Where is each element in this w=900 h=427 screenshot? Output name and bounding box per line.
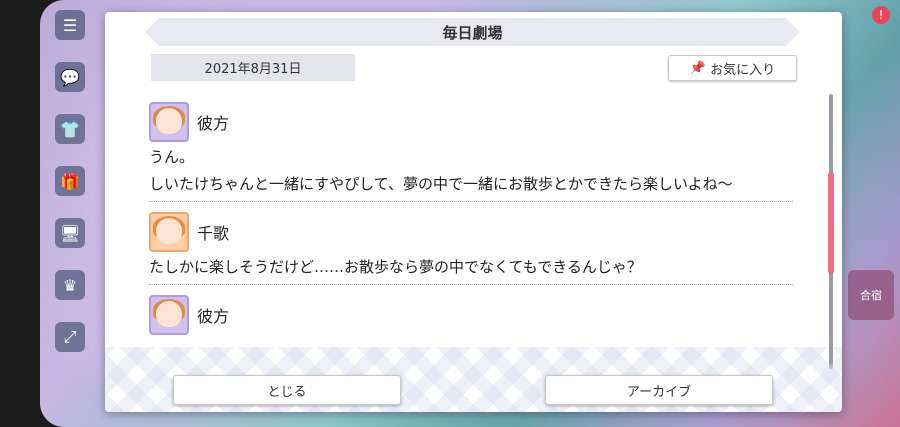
date-text: 2021年8月31日 — [204, 62, 302, 77]
speaker-name: 彼方 — [197, 307, 230, 326]
dialogue-line: たしかに楽しそうだけど……お散歩なら夢の中でなくてもできるんじゃ？ — [149, 258, 642, 276]
camp-label: 合宿 — [860, 289, 882, 302]
speaker-name: 千歌 — [197, 224, 230, 243]
dialog-title-bar: 毎日劇場 — [145, 18, 800, 46]
dialog-title: 毎日劇場 — [442, 23, 503, 42]
shirt-icon[interactable]: 👕 — [55, 114, 85, 144]
notification-badge-icon[interactable]: ! — [872, 6, 890, 24]
chika-avatar — [149, 212, 189, 252]
entry-divider — [149, 201, 793, 202]
archive-button[interactable]: アーカイブ — [545, 375, 773, 405]
dialogue-line: うん。 — [149, 148, 195, 166]
camp-button[interactable]: 合宿 — [848, 270, 894, 320]
speaker-name: 彼方 — [197, 114, 230, 133]
chat-icon[interactable]: 💬 — [55, 62, 85, 92]
close-label: とじる — [267, 384, 307, 400]
expand-icon[interactable]: ⤢ — [55, 322, 85, 352]
kanata-avatar — [149, 295, 189, 335]
speaker-row: 彼方 — [149, 293, 824, 337]
kanata-avatar — [149, 102, 189, 142]
menu-icon[interactable]: ☰ — [55, 10, 85, 40]
close-button[interactable]: とじる — [173, 375, 401, 405]
pin-icon: 📌 — [689, 60, 707, 76]
dialogue-entry: 彼方 — [149, 293, 824, 337]
scrollbar-thumb[interactable] — [828, 172, 834, 274]
favorite-label: お気に入り — [710, 62, 776, 78]
archive-label: アーカイブ — [626, 384, 692, 400]
gift-icon[interactable]: 🎁 — [55, 166, 85, 196]
dialogue-entry: 彼方 うん。 しいたけちゃんと一緒にすやぴして、夢の中で一緒にお散歩とかできたら… — [149, 100, 824, 202]
dialogue-entry: 千歌 たしかに楽しそうだけど……お散歩なら夢の中でなくてもできるんじゃ？ — [149, 210, 824, 285]
daily-theater-dialog: 毎日劇場 2021年8月31日 📌 お気に入り 彼方 うん。 しいたけちゃんと一… — [105, 12, 842, 412]
dialogue-line: しいたけちゃんと一緒にすやぴして、夢の中で一緒にお散歩とかできたら楽しいよね〜 — [149, 175, 733, 193]
speaker-row: 千歌 — [149, 210, 824, 254]
crown-icon[interactable]: ♛ — [55, 270, 85, 300]
entry-divider — [149, 284, 793, 285]
date-label-box: 2021年8月31日 — [151, 54, 355, 81]
side-menu: ☰ 💬 👕 🎁 🖥 ♛ ⤢ — [50, 10, 90, 374]
speaker-row: 彼方 — [149, 100, 824, 144]
favorite-button[interactable]: 📌 お気に入り — [668, 55, 797, 81]
screen-icon[interactable]: 🖥 — [55, 218, 85, 248]
dialogue-scroll-area[interactable]: 彼方 うん。 しいたけちゃんと一緒にすやぴして、夢の中で一緒にお散歩とかできたら… — [149, 100, 824, 375]
